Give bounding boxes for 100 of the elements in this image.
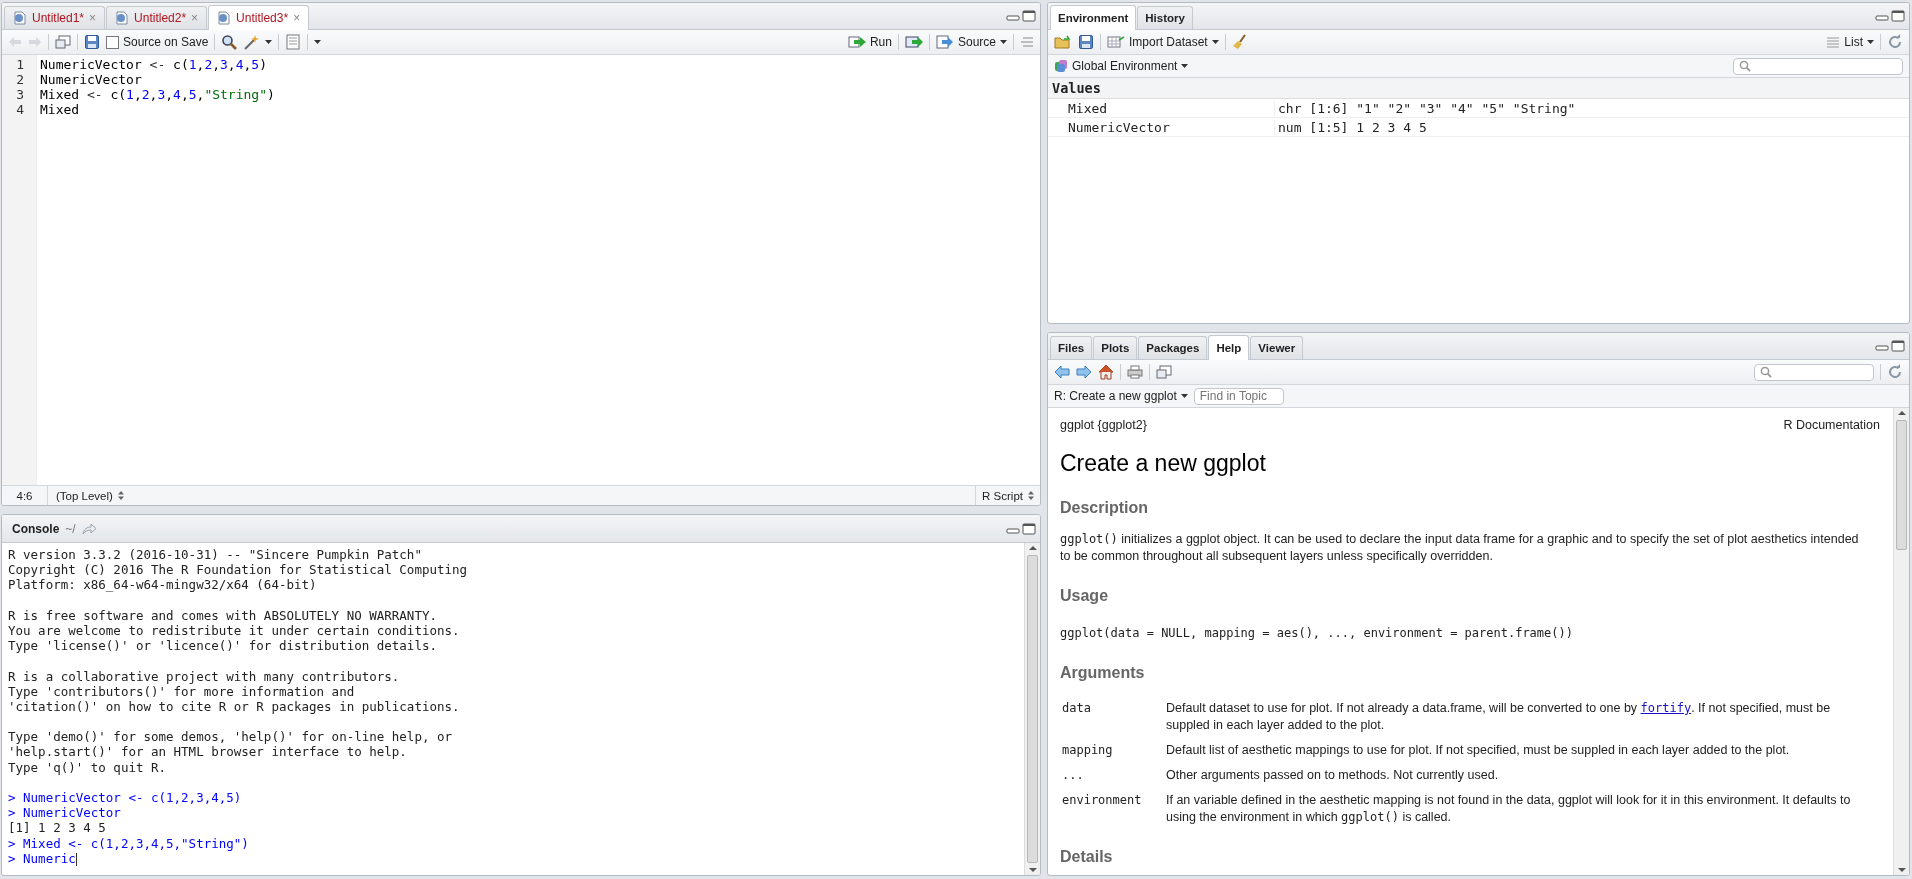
console-output: Type 'license()' or 'licence()' for distribution details.: [8, 638, 437, 654]
close-tab-button[interactable]: ×: [293, 11, 301, 25]
open-folder-icon[interactable]: [1054, 35, 1072, 49]
console-output: R is free software and comes with ABSOLUTELY NO WARRANTY.: [8, 607, 437, 623]
pane-tab[interactable]: Help: [1208, 335, 1250, 360]
scope-selector[interactable]: (Top Level): [48, 489, 124, 502]
line-number: 2: [15, 72, 25, 87]
line-number: 1: [15, 57, 25, 72]
command-text: > Numeric: [8, 850, 77, 866]
console-output: [1] 1 2 3 4 5: [8, 820, 106, 836]
forward-icon[interactable]: [1076, 365, 1092, 379]
refresh-icon[interactable]: [1887, 364, 1903, 380]
pane-tab[interactable]: Environment: [1050, 5, 1137, 30]
scroll-down-icon[interactable]: [1897, 868, 1906, 872]
argument-description: Other arguments passed on to methods. Not currently used.: [1166, 767, 1500, 784]
argument-name: mapping: [1061, 742, 1114, 759]
save-icon[interactable]: [1078, 34, 1094, 50]
source-on-save-checkbox[interactable]: Source on Save: [106, 35, 209, 49]
pane-tab[interactable]: Plots: [1093, 336, 1138, 359]
caret-icon: [1181, 64, 1189, 68]
section-heading: Description: [1060, 499, 1149, 517]
pane-tab[interactable]: Files: [1050, 336, 1093, 359]
editor-tab[interactable]: Untitled3* ×: [208, 5, 310, 30]
argument-description: If an variable defined in the aesthetic mapping is not found in the data, ggplot will look for it in this environment. It defaults to using the environment in which ggplot() is called.: [1166, 792, 1852, 826]
file-type-selector[interactable]: R Script: [975, 486, 1040, 505]
caret-icon: [1000, 40, 1007, 44]
run-icon: [847, 36, 866, 48]
maximize-icon[interactable]: [1891, 340, 1905, 352]
scroll-thumb[interactable]: [1896, 420, 1907, 550]
argument-name: data: [1061, 700, 1092, 717]
print-icon[interactable]: [1127, 365, 1143, 379]
outline-icon[interactable]: [1020, 36, 1034, 48]
sort-arrows-icon: [117, 491, 124, 500]
console-output: Type 'q()' to quit R.: [8, 759, 167, 775]
section-heading: Arguments: [1060, 664, 1146, 682]
scroll-up-icon[interactable]: [1897, 411, 1906, 415]
variable-name: NumericVector: [1067, 119, 1171, 135]
argument-description: Default dataset to use for plot. If not already a data.frame, will be converted to one by fortify. If not specified, must be suppled in each layer added to the plot.: [1166, 700, 1832, 734]
find-in-topic-field[interactable]: Find in Topic: [1193, 387, 1284, 405]
scroll-down-icon[interactable]: [1028, 868, 1037, 872]
broom-icon[interactable]: [1231, 34, 1248, 50]
variable-name: Mixed: [1067, 100, 1109, 116]
caret-icon: [265, 40, 273, 44]
command-text: > NumericVector: [8, 805, 121, 821]
editor-tab[interactable]: Untitled2* ×: [106, 6, 208, 29]
search-icon: [1739, 60, 1751, 72]
r-file-icon: [217, 11, 232, 25]
working-directory: ~/: [65, 521, 76, 536]
line-number: 4: [15, 102, 25, 117]
description-text: ggplot() initializes a ggplot object. It can be used to declare the input data frame for a graphic and to specify the set of plot aesthetics intended to be common throughout all subsequent layers unless specifically overridden.: [1060, 531, 1860, 565]
help-title: Create a new ggplot: [1060, 450, 1267, 477]
command-text: > Mixed <- c(1,2,3,4,5,"String"): [8, 835, 249, 851]
source-button[interactable]: Source: [935, 35, 1007, 49]
console-output: You are welcome to redistribute it under certain conditions.: [8, 622, 460, 639]
console-output: R version 3.3.2 (2016-10-31) -- "Sincere Pumpkin Patch": [8, 547, 422, 563]
topic-selector[interactable]: R: Create a new ggplot: [1054, 389, 1188, 403]
editor-tab[interactable]: Untitled1* ×: [4, 6, 106, 29]
pane-tab[interactable]: Packages: [1138, 336, 1208, 359]
environment-selector[interactable]: Global Environment: [1054, 59, 1189, 73]
argument-name: ...: [1061, 767, 1085, 784]
scrollbar[interactable]: [1893, 408, 1909, 875]
r-file-icon: [115, 11, 130, 25]
magic-wand-icon[interactable]: [243, 34, 260, 50]
maximize-icon[interactable]: [1022, 10, 1036, 22]
import-dataset-button[interactable]: Import Dataset: [1107, 35, 1219, 49]
home-icon[interactable]: [1098, 364, 1114, 380]
code-line: NumericVector <- c(1,2,3,4,5): [40, 57, 268, 72]
caret-icon: [1180, 394, 1188, 398]
code-line: Mixed <- c(1,2,3,4,5,"String"): [40, 87, 275, 102]
run-button[interactable]: Run: [847, 35, 892, 49]
link[interactable]: fortify: [1640, 701, 1692, 715]
console-output: R is a collaborative project with many contributors.: [8, 668, 400, 684]
doc-source-label: R Documentation: [1783, 418, 1880, 432]
console-output: 'citation()' on how to cite R or R packages in publications.: [8, 698, 460, 715]
pane-tab[interactable]: Viewer: [1250, 336, 1304, 359]
scroll-up-icon[interactable]: [1028, 546, 1037, 550]
caret-icon: [314, 40, 322, 44]
maximize-icon[interactable]: [1022, 522, 1036, 535]
refresh-icon[interactable]: [1887, 34, 1903, 50]
show-in-window-icon[interactable]: [1156, 365, 1172, 379]
line-number: 3: [15, 87, 25, 102]
search-field[interactable]: [1754, 363, 1874, 381]
variable-value: num [1:5] 1 2 3 4 5: [1274, 119, 1909, 135]
command-text: > NumericVector <- c(1,2,3,4,5): [8, 790, 242, 806]
scroll-thumb[interactable]: [1027, 555, 1038, 863]
scrollbar[interactable]: [1024, 543, 1040, 875]
code-line: Mixed: [40, 102, 81, 117]
code-line: NumericVector: [40, 72, 143, 87]
back-icon[interactable]: [1054, 365, 1070, 379]
console-output: Platform: x86_64-w64-mingw32/x64 (64-bit): [8, 577, 317, 593]
view-mode-button[interactable]: List: [1826, 35, 1874, 49]
save-icon[interactable]: [84, 34, 100, 50]
maximize-icon[interactable]: [1891, 10, 1905, 22]
pane-tab[interactable]: History: [1137, 6, 1193, 29]
rerun-icon[interactable]: [904, 35, 923, 49]
search-icon[interactable]: [221, 34, 238, 50]
search-field[interactable]: [1733, 57, 1903, 75]
cursor-position: 4:6: [2, 486, 48, 505]
section-heading: Usage: [1060, 587, 1110, 605]
show-in-window-icon[interactable]: [55, 35, 71, 49]
